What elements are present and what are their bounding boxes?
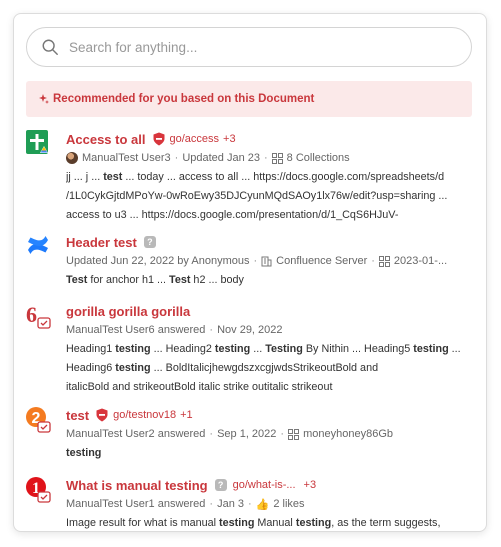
result-title[interactable]: test: [66, 408, 89, 423]
result-snippet: testing: [66, 447, 102, 459]
result-meta: Updated Jun 22, 2022 by Anonymous · Conf…: [66, 255, 448, 267]
snippet-line: Heading1 testing ... Heading2 testing ..…: [66, 343, 461, 355]
collections-count[interactable]: 8 Collections: [287, 152, 350, 164]
result-title[interactable]: gorilla gorilla gorilla: [66, 304, 190, 319]
answered-by[interactable]: ManualTest User1 answered: [66, 498, 205, 510]
golink-more[interactable]: +3: [304, 479, 317, 491]
result-item[interactable]: 1 What is manual testing ? go/what-is-..…: [26, 476, 472, 531]
collections-icon: [288, 428, 300, 440]
svg-text:6: 6: [26, 302, 37, 327]
result-meta: ManualTest User6 answered · Nov 29, 2022: [66, 324, 283, 336]
result-snippet: jj ... j ... test ... today ... access t…: [66, 169, 472, 224]
result-meta: ManualTest User2 answered · Sep 1, 2022 …: [66, 428, 393, 440]
golink-more[interactable]: +3: [223, 133, 236, 145]
result-item[interactable]: Header test ? Updated Jun 22, 2022 by An…: [26, 233, 472, 293]
thumbs-up-icon: 👍: [255, 498, 270, 511]
confluence-icon: [26, 233, 52, 263]
answer-date: Nov 29, 2022: [217, 324, 283, 336]
banner-text: Recommended for you based on this Docume…: [53, 93, 315, 105]
golink[interactable]: go/testnov18: [113, 409, 176, 421]
result-snippet: Test for anchor h1 ... Test h2 ... body: [66, 274, 244, 286]
building-icon: [261, 256, 272, 266]
snippet-line: italicBold and strikeoutBold italic stri…: [66, 381, 333, 393]
snippet-line: jj ... j ... test ... today ... access t…: [66, 171, 445, 183]
collections-icon: [271, 152, 283, 164]
qa-badge-one-icon: 1: [26, 476, 52, 506]
golink-more[interactable]: +1: [180, 409, 193, 421]
result-meta: ManualTest User1 answered · Jan 3 · 👍 2 …: [66, 498, 305, 511]
search-bar[interactable]: [26, 27, 472, 67]
snippet-line: /1L0CykGjtdMPoYw-0wRoEwy35DJCyunMQdSAOy1…: [66, 190, 448, 202]
answered-by[interactable]: ManualTest User2 answered: [66, 428, 205, 440]
author-name[interactable]: ManualTest User3: [82, 152, 171, 164]
search-icon: [42, 39, 58, 55]
result-snippet: Image result for what is manual testing …: [66, 517, 441, 529]
search-panel: Recommended for you based on this Docume…: [13, 13, 487, 532]
answer-date: Sep 1, 2022: [217, 428, 277, 440]
avatar: [66, 152, 78, 164]
collections-icon: [378, 255, 390, 267]
updated-date: Updated Jun 22, 2022 by Anonymous: [66, 255, 250, 267]
result-title[interactable]: What is manual testing: [66, 478, 208, 493]
help-icon: ?: [214, 479, 227, 491]
shield-icon: [96, 408, 108, 422]
recommendation-banner: Recommended for you based on this Docume…: [26, 81, 472, 117]
likes-count: 2 likes: [273, 498, 305, 510]
sparkle-icon: [39, 94, 49, 104]
qa-badge-two-icon: 2: [26, 406, 52, 436]
shield-icon: [153, 132, 164, 146]
collection-name[interactable]: moneyhoney86Gb: [303, 428, 393, 440]
source-name[interactable]: Confluence Server: [276, 255, 367, 267]
secondary-date: 2023-01-...: [393, 255, 448, 267]
google-sheets-icon: [26, 130, 52, 160]
qa-badge-six-icon: 6: [26, 302, 52, 332]
golink[interactable]: go/access: [170, 133, 220, 145]
result-title[interactable]: Access to all: [66, 132, 146, 147]
result-snippet: Heading1 testing ... Heading2 testing ..…: [66, 341, 472, 396]
result-title[interactable]: Header test: [66, 235, 137, 250]
snippet-line: access to u3 ... https://docs.google.com…: [66, 209, 399, 221]
answered-by[interactable]: ManualTest User6 answered: [66, 324, 205, 336]
golink[interactable]: go/what-is-...: [233, 479, 296, 491]
result-item[interactable]: 2 test go/testnov18 +1 ManualTest User2 …: [26, 406, 472, 466]
search-input[interactable]: [69, 39, 449, 55]
help-icon: ?: [143, 236, 156, 248]
result-item[interactable]: 6 gorilla gorilla gorilla ManualTest Use…: [26, 302, 472, 398]
answer-date: Jan 3: [217, 498, 244, 510]
result-item[interactable]: Access to all go/access +3 ManualTest Us…: [26, 130, 472, 221]
updated-date: Updated Jan 23: [182, 152, 260, 164]
snippet-line: Heading6 testing ... BoldItalicjhewgdszx…: [66, 362, 379, 374]
result-meta: ManualTest User3 · Updated Jan 23 · 8 Co…: [66, 149, 472, 167]
